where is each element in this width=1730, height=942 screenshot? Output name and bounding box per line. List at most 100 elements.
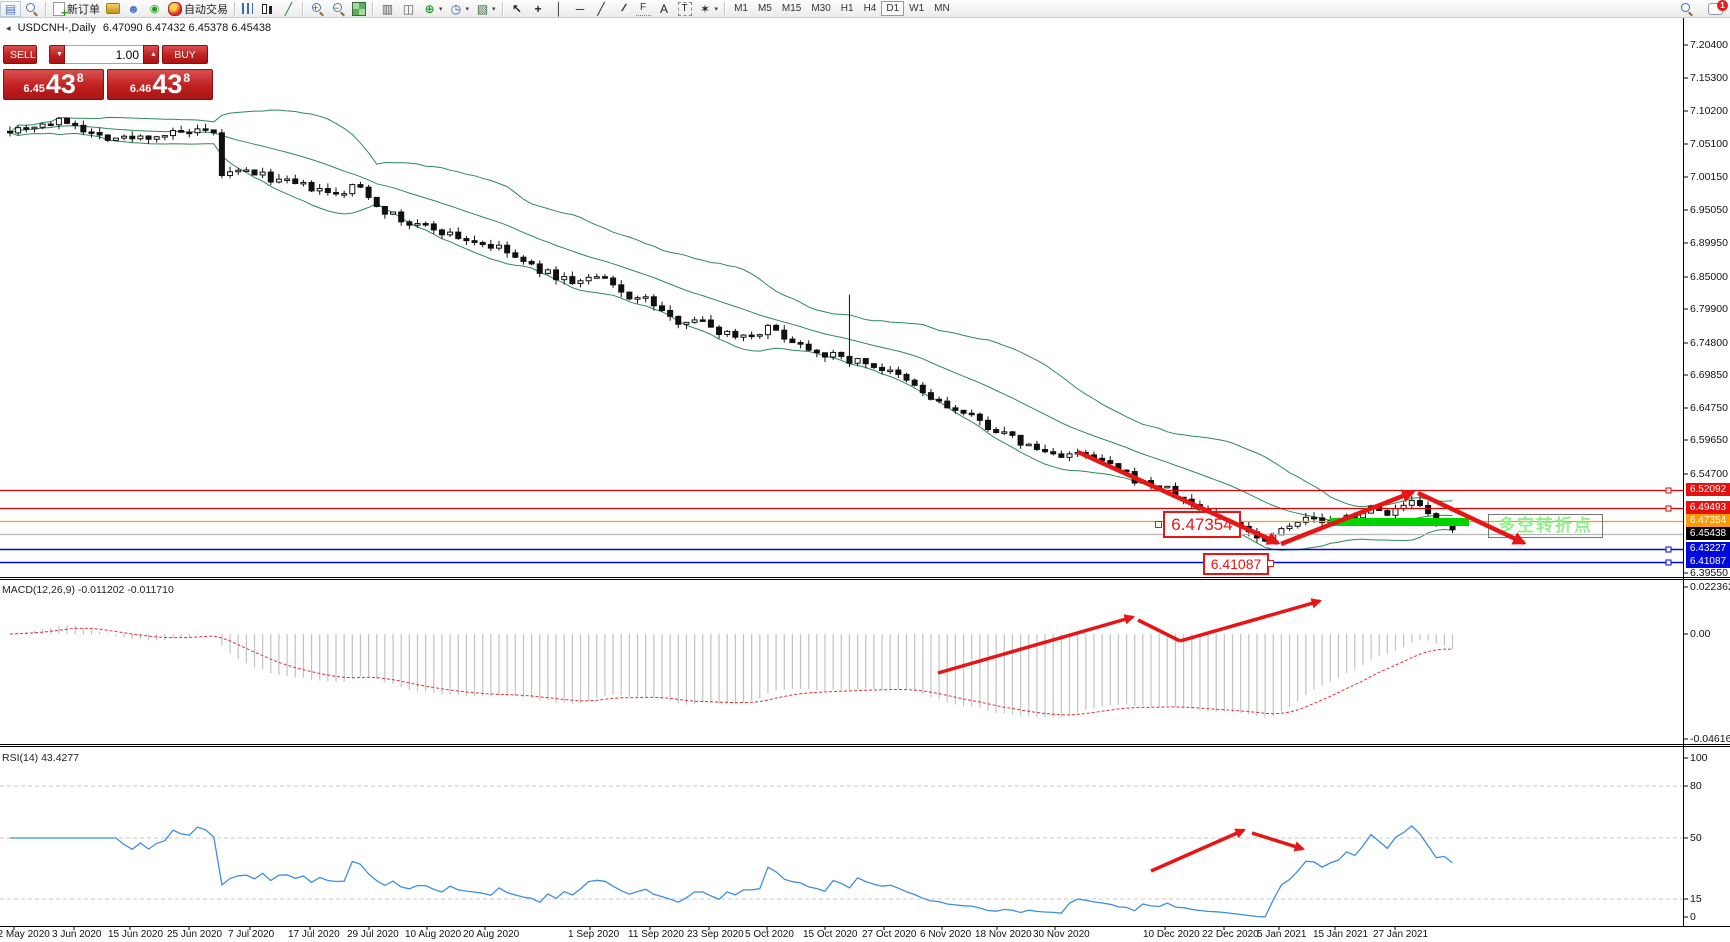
vertical-line-button[interactable]: │ [549, 1, 570, 17]
magminus-icon: − [331, 2, 346, 16]
timeframe-d1-button[interactable]: D1 [881, 1, 904, 16]
mag-icon [24, 2, 39, 16]
dropdown-caret-icon: ▾ [439, 5, 443, 13]
buy-price-prefix: 6.46 [130, 83, 151, 95]
new-order-button-label: 新订单 [67, 1, 100, 17]
auto-arrange-button[interactable]: ▥ [377, 1, 398, 17]
toolbar-separator [45, 2, 47, 16]
sell-price-pip: 8 [77, 71, 84, 85]
bollinger-band [10, 110, 1453, 507]
dropdown-caret-icon: ▾ [466, 5, 470, 13]
community-button[interactable]: ☻ [123, 1, 144, 17]
person-icon: ☻ [126, 2, 141, 16]
gold-icon [106, 3, 120, 14]
linec-icon: ╱ [281, 2, 296, 16]
buy-button[interactable]: BUY [162, 45, 208, 64]
sell-price-prefix: 6.45 [23, 83, 44, 95]
chart-quote-header: ◂ USDCNH-,Daily 6.47090 6.47432 6.45378 … [6, 22, 275, 34]
cursor-button[interactable]: ↖ [507, 1, 528, 17]
fibo-icon: F [636, 1, 651, 16]
bubble-icon: 1 [1708, 3, 1723, 15]
cursor-icon: ↖ [510, 2, 525, 16]
grid-icon: ▤ [3, 2, 18, 16]
timeframe-h4-button[interactable]: H4 [859, 1, 882, 16]
chart-canvas[interactable] [0, 0, 1730, 942]
bollinger-middle-band [10, 126, 1453, 523]
line-chart-button[interactable]: ╱ [278, 1, 299, 17]
market-watch-button[interactable] [103, 1, 123, 17]
rsi-line [10, 826, 1453, 917]
timeframe-m30-button[interactable]: M30 [806, 1, 835, 16]
trendline-button[interactable]: ╱ [591, 1, 612, 17]
equidistant-channel-button[interactable]: // [612, 1, 633, 17]
clock-icon: ◷ [449, 2, 464, 16]
robot-icon [168, 2, 182, 16]
timeframe-mn-button[interactable]: MN [929, 1, 955, 16]
sell-price-main: 43 [46, 72, 76, 97]
docplus-icon [53, 2, 65, 16]
sell-button[interactable]: SELL [3, 45, 37, 64]
shapes-icon: ✶ [698, 2, 713, 16]
volume-increase-button[interactable]: ▲ [143, 45, 159, 64]
tiles-icon [352, 2, 366, 16]
fibonacci-button[interactable]: F [633, 1, 654, 17]
vline-icon: │ [552, 2, 567, 16]
magplus-icon: + [310, 2, 325, 16]
toolbar-separator [302, 2, 304, 16]
autotrading-button[interactable]: 自动交易 [165, 1, 231, 17]
volume-input[interactable] [65, 45, 143, 64]
textT-icon: T [678, 2, 692, 16]
ohlc-values: 6.47090 6.47432 6.45378 6.45438 [103, 22, 271, 34]
channel-icon: // [612, 2, 632, 16]
tile-windows-button[interactable] [349, 1, 369, 17]
symbol-period-label: USDCNH-,Daily [18, 22, 96, 34]
timeframe-m5-button[interactable]: M5 [753, 1, 777, 16]
horizontal-line-button[interactable]: ─ [570, 1, 591, 17]
timeframe-h1-button[interactable]: H1 [836, 1, 859, 16]
sell-price-button[interactable]: 6.45 43 8 [3, 69, 104, 100]
notifications-button[interactable]: 1 [1705, 1, 1726, 17]
bars-icon [242, 3, 253, 14]
templates-button[interactable]: ▧▾ [472, 1, 499, 17]
chart-shift-button[interactable]: ◫ [398, 1, 419, 17]
candlestick-chart-button[interactable] [257, 1, 278, 17]
toolbar-separator [372, 2, 374, 16]
volume-decrease-button[interactable]: ▼ [49, 45, 65, 64]
text-label-button[interactable]: T [675, 1, 695, 17]
crosshair-button[interactable]: + [528, 1, 549, 17]
toolbar-separator [724, 2, 726, 16]
toolbar-separator [502, 2, 504, 16]
new-order-button[interactable]: 新订单 [50, 1, 103, 17]
textA-icon: A [657, 2, 672, 16]
buy-price-button[interactable]: 6.46 43 8 [107, 69, 213, 100]
signals-button[interactable]: ◉ [144, 1, 165, 17]
zoom-out-button[interactable]: − [328, 1, 349, 17]
bar-chart-button[interactable] [239, 1, 257, 17]
rsi-indicator-label: RSI(14) 43.4277 [2, 752, 79, 764]
signal-icon: ◉ [147, 2, 162, 16]
collapse-chart-icon[interactable]: ◂ [6, 23, 11, 33]
periods-button[interactable]: ◷▾ [446, 1, 473, 17]
arrange-icon: ▥ [380, 2, 395, 16]
macd-indicator-label: MACD(12,26,9) -0.011202 -0.011710 [2, 584, 174, 596]
buy-price-main: 43 [152, 72, 182, 97]
toolbar-separator [234, 2, 236, 16]
shift-icon: ◫ [401, 2, 416, 16]
magblue-icon [1679, 2, 1694, 16]
main-toolbar: ▤新订单☻◉自动交易╱+−▥◫⊕▾◷▾▧▾↖+│─╱//FAT✶▾M1M5M15… [0, 0, 1730, 18]
cross-icon: + [531, 2, 546, 16]
zoom-in-button[interactable]: + [307, 1, 328, 17]
tline-icon: ╱ [594, 2, 609, 16]
timeframe-w1-button[interactable]: W1 [904, 1, 929, 16]
macd-signal-line [10, 628, 1453, 715]
chart-preview-button[interactable] [21, 1, 42, 17]
dropdown-caret-icon: ▾ [492, 5, 496, 13]
timeframe-m1-button[interactable]: M1 [729, 1, 753, 16]
template-icon: ▧ [475, 2, 490, 16]
indicators-button[interactable]: ⊕▾ [419, 1, 446, 17]
text-button[interactable]: A [654, 1, 675, 17]
timeframe-m15-button[interactable]: M15 [777, 1, 806, 16]
search-button[interactable] [1676, 1, 1697, 17]
shapes-button[interactable]: ✶▾ [695, 1, 722, 17]
new-chart-window-button[interactable]: ▤ [0, 1, 21, 17]
